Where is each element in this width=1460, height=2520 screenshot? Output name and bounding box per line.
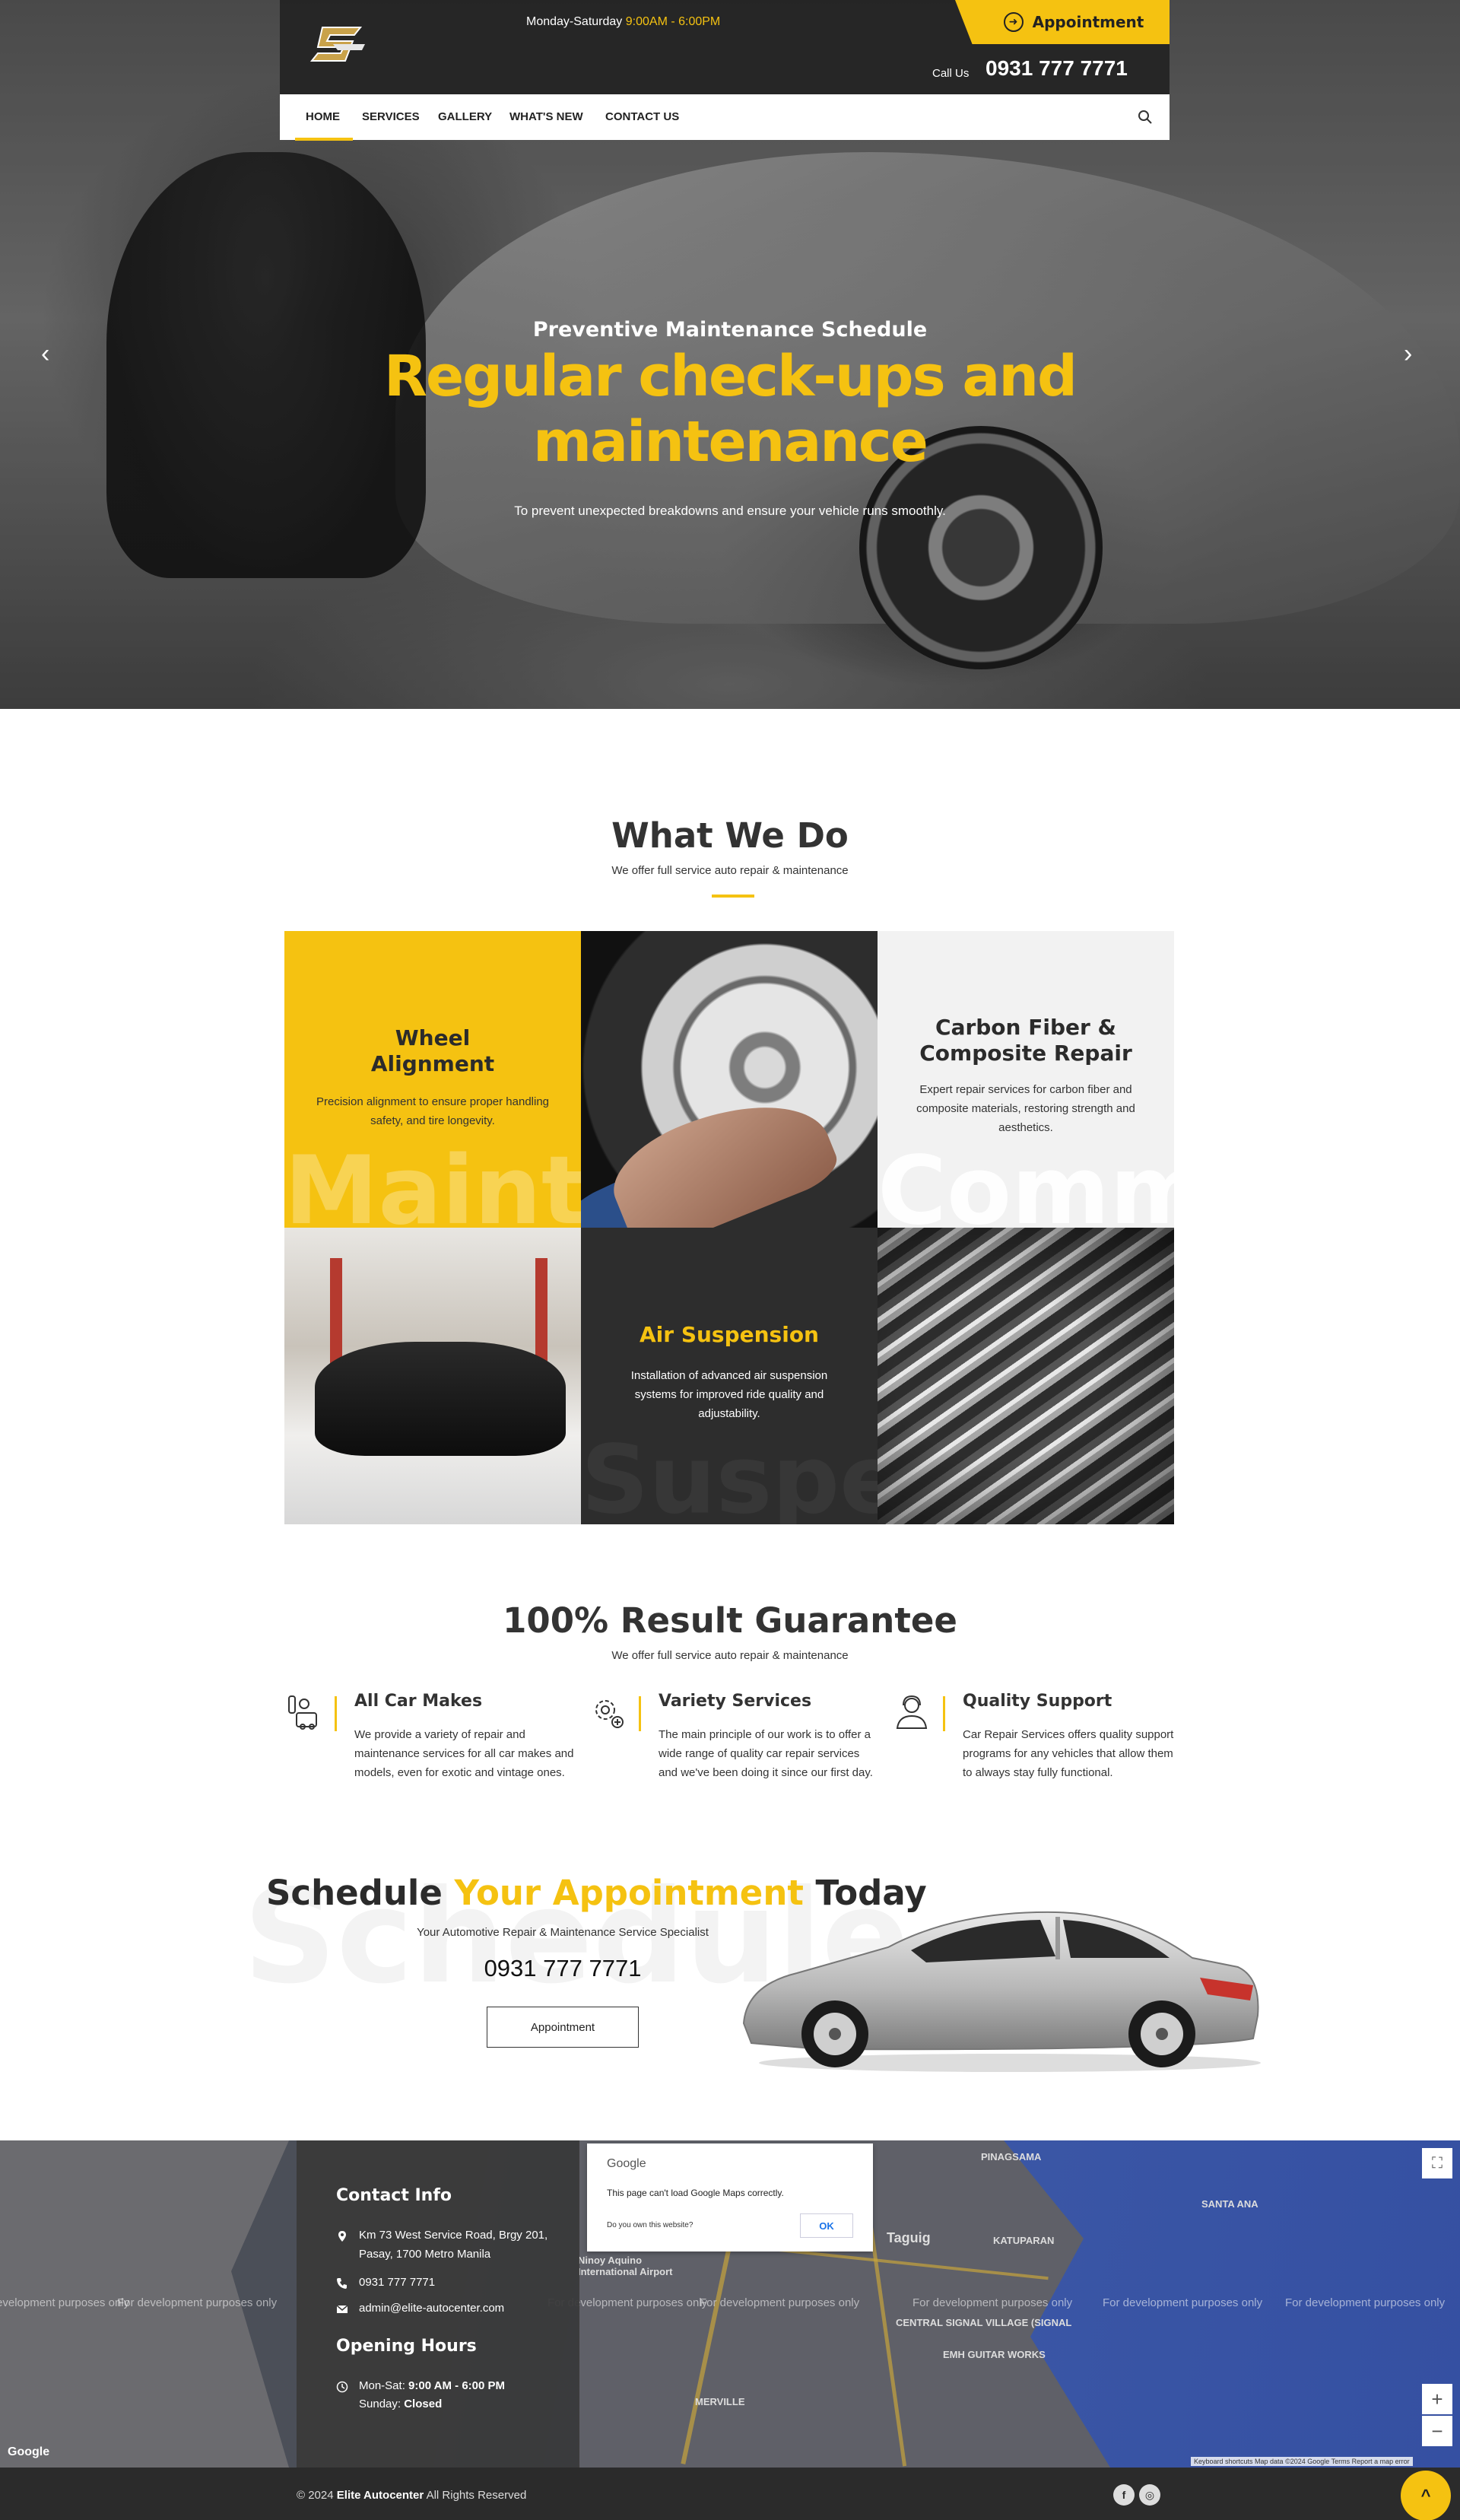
- map-attribution[interactable]: Keyboard shortcuts Map data ©2024 Google…: [1191, 2457, 1413, 2466]
- map-fullscreen-icon[interactable]: ⛶: [1422, 2148, 1452, 2178]
- hours-sunday: Sunday: Closed: [359, 2398, 443, 2410]
- feature-text: The main principle of our work is to off…: [659, 1728, 873, 1779]
- service-tile-wheel-alignment[interactable]: Maintenance Wheel Alignment Precision al…: [284, 931, 581, 1228]
- service-tile-carbon-fiber[interactable]: Commercial Carbon Fiber & Composite Repa…: [878, 931, 1174, 1228]
- map-label: Ninoy Aquino International Airport: [578, 2255, 673, 2277]
- contact-email[interactable]: admin@elite-autocenter.com: [359, 2299, 504, 2318]
- tile-title: Carbon Fiber & Composite Repair: [919, 1015, 1132, 1066]
- map-dev-watermark: For development purposes only: [1103, 2296, 1263, 2309]
- feature-text: We provide a variety of repair and maint…: [354, 1728, 574, 1779]
- feature-title: All Car Makes: [354, 1692, 483, 1711]
- location-pin-icon: [338, 2231, 346, 2242]
- maps-error-dialog: Google This page can't load Google Maps …: [587, 2143, 873, 2251]
- maps-error-message: This page can't load Google Maps correct…: [607, 2188, 784, 2198]
- silver-sedan-image: [742, 1911, 1261, 2072]
- feature-title: Variety Services: [659, 1692, 812, 1711]
- nav-gallery[interactable]: GALLERY: [438, 94, 492, 140]
- guarantee-subtitle: We offer full service auto repair & main…: [611, 1649, 849, 1662]
- tire-service-image: [581, 931, 878, 1228]
- nav-home[interactable]: HOME: [306, 94, 340, 140]
- email-icon: [336, 2305, 348, 2313]
- mechanic-tools-icon: [288, 1695, 317, 1730]
- map-label: EMH GUITAR WORKS: [943, 2349, 1046, 2360]
- nav-whats-new[interactable]: WHAT'S NEW: [509, 94, 583, 140]
- map-dev-watermark: For development purposes only: [700, 2296, 860, 2309]
- arrow-circle-icon: ➜: [1003, 12, 1024, 32]
- copyright-text: © 2024 Elite Autocenter All Rights Reser…: [297, 2489, 527, 2502]
- main-navigation: HOME SERVICES GALLERY WHAT'S NEW CONTACT…: [280, 94, 1170, 141]
- search-icon[interactable]: [1136, 108, 1154, 126]
- tile-title: Air Suspension: [640, 1322, 819, 1347]
- garage-car-image: [284, 1228, 581, 1524]
- nav-active-indicator: [295, 138, 353, 141]
- clock-icon: [336, 2381, 348, 2393]
- book-appointment-button[interactable]: Appointment: [487, 2007, 639, 2048]
- contact-info-title: Contact Info: [336, 2186, 452, 2205]
- opening-hours-title: Opening Hours: [336, 2337, 477, 2356]
- map-label: SANTA ANA: [1201, 2198, 1258, 2210]
- map-label: MERVILLE: [695, 2396, 745, 2407]
- google-logo: Google: [607, 2157, 646, 2170]
- feature-text: Car Repair Services offers quality suppo…: [963, 1728, 1174, 1779]
- brand-logo[interactable]: [307, 21, 370, 67]
- appointment-button-label: Appointment: [1032, 13, 1144, 31]
- facebook-icon[interactable]: f: [1113, 2484, 1135, 2506]
- what-we-do-title: What We Do: [611, 815, 849, 856]
- map-dev-watermark: For development purposes only: [117, 2296, 278, 2309]
- hero-title: Regular check-ups and maintenance: [384, 344, 1078, 475]
- shock-absorber-image: [878, 1228, 1174, 1524]
- hours-label: Monday-Saturday: [526, 15, 623, 28]
- tile-text: Installation of advanced air suspension …: [630, 1369, 828, 1420]
- service-tile-air-suspension[interactable]: Suspension Air Suspension Installation o…: [581, 1228, 878, 1524]
- map-label: KATUPARAN: [993, 2235, 1055, 2246]
- support-agent-icon: [896, 1695, 928, 1729]
- tile-ghost-text: Suspension: [581, 1425, 878, 1524]
- tile-ghost-text: Maintenance: [284, 1136, 581, 1228]
- contact-info-panel: Contact Info Km 73 West Service Road, Br…: [297, 2140, 579, 2468]
- maps-ok-button[interactable]: OK: [800, 2213, 853, 2238]
- instagram-icon[interactable]: ◎: [1139, 2484, 1160, 2506]
- google-map-logo: Google: [8, 2445, 50, 2458]
- gear-plus-icon: [595, 1700, 624, 1728]
- section-divider: [712, 895, 754, 898]
- scroll-to-top-button[interactable]: ^: [1401, 2471, 1451, 2520]
- header-phone[interactable]: 0931 777 7771: [986, 56, 1128, 81]
- map-label: PINAGSAMA: [981, 2151, 1042, 2162]
- nav-services[interactable]: SERVICES: [362, 94, 420, 140]
- call-us-label: Call Us: [932, 67, 970, 80]
- footer: [0, 2468, 1460, 2520]
- map-zoom-in-button[interactable]: +: [1422, 2384, 1452, 2414]
- map-dev-watermark: For development purposes only: [912, 2296, 1073, 2309]
- opening-hours-text: Monday-Saturday 9:00AM - 6:00PM: [526, 15, 720, 29]
- contact-phone[interactable]: 0931 777 7771: [359, 2273, 435, 2292]
- maps-owner-link[interactable]: Do you own this website?: [607, 2221, 693, 2229]
- map-dev-watermark: For development purposes only: [0, 2296, 130, 2309]
- tile-text: Expert repair services for carbon fiber …: [916, 1083, 1135, 1134]
- appointment-button[interactable]: ➜ Appointment: [955, 0, 1170, 44]
- tile-ghost-text: Commercial: [878, 1136, 1174, 1228]
- tile-text: Precision alignment to ensure proper han…: [316, 1095, 550, 1127]
- what-we-do-subtitle: We offer full service auto repair & main…: [611, 864, 849, 877]
- slider-next-icon[interactable]: ›: [1404, 339, 1412, 369]
- map-dev-watermark: For development purposes only: [1285, 2296, 1446, 2309]
- feature-title: Quality Support: [963, 1692, 1112, 1711]
- map-label: CENTRAL SIGNAL VILLAGE (SIGNAL: [896, 2317, 1072, 2328]
- map-label: Taguig: [887, 2230, 931, 2245]
- contact-address: Km 73 West Service Road, Brgy 201, Pasay…: [359, 2229, 548, 2261]
- hours-time: 9:00AM - 6:00PM: [625, 15, 721, 28]
- hero-description: To prevent unexpected breakdowns and ens…: [514, 504, 946, 518]
- tile-title: Wheel Alignment: [370, 1025, 495, 1076]
- guarantee-title: 100% Result Guarantee: [503, 1600, 957, 1641]
- hero-subtitle: Preventive Maintenance Schedule: [532, 318, 928, 342]
- hours-weekday: Mon-Sat: 9:00 AM - 6:00 PM: [359, 2379, 506, 2392]
- phone-icon: [337, 2278, 347, 2289]
- map-zoom-out-button[interactable]: −: [1422, 2416, 1452, 2446]
- slider-prev-icon[interactable]: ‹: [41, 339, 49, 369]
- nav-contact-us[interactable]: CONTACT US: [605, 94, 679, 140]
